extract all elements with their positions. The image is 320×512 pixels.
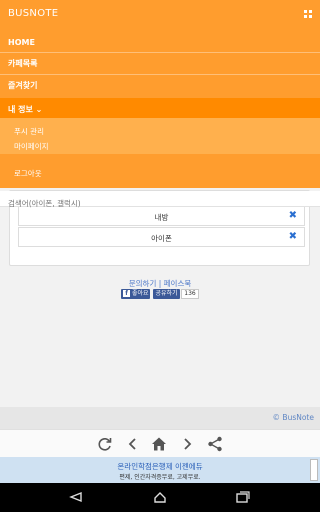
submenu-item-push-settings[interactable]: 푸시 관리 xyxy=(14,126,44,137)
menu-item-my-info-row[interactable]: 내 정보 ⌄ xyxy=(0,98,320,118)
copyright[interactable]: © BusNote xyxy=(273,413,314,422)
submenu-item-my-page[interactable]: 마이페이지 xyxy=(14,141,49,152)
ad-banner[interactable]: 온라인학점은행제 이젠에듀 편제, 인간자격증무료, 고제무료. xyxy=(0,457,320,483)
menu-divider xyxy=(0,74,320,75)
menu-item-logout[interactable]: 로그아웃 xyxy=(14,168,42,179)
system-nav-bar xyxy=(0,483,320,512)
system-back-icon[interactable] xyxy=(68,490,84,504)
like-label: 좋아요 xyxy=(132,290,149,297)
system-home-icon[interactable] xyxy=(152,490,168,504)
facebook-share-button[interactable]: 공유하기 xyxy=(153,289,180,299)
facebook-like-button[interactable]: f 좋아요 xyxy=(121,289,150,299)
menu-grid-icon[interactable] xyxy=(304,10,312,18)
menu-item-home[interactable]: HOME xyxy=(8,38,35,47)
list-item-label: 아이폰 xyxy=(151,234,172,243)
back-icon[interactable] xyxy=(124,435,142,453)
list-item[interactable]: 아이폰 ✖ xyxy=(18,227,305,247)
menu-item-favorites[interactable]: 즐겨찾기 xyxy=(8,80,37,91)
search-bar xyxy=(0,191,320,212)
nav-menu: HOME 카페목록 즐겨찾기 내 정보 ⌄ 푸시 관리 마이페이지 로그아웃 xyxy=(0,30,320,188)
search-input[interactable] xyxy=(0,195,320,212)
remove-icon[interactable]: ✖ xyxy=(289,211,297,221)
ad-subtitle: 편제, 인간자격증무료, 고제무료. xyxy=(119,474,201,481)
forward-icon[interactable] xyxy=(178,435,196,453)
footer-links[interactable]: 문의하기 | 페이스북 xyxy=(0,278,320,289)
menu-item-cafe-list[interactable]: 카페목록 xyxy=(8,58,37,69)
list-item-label: 내방 xyxy=(154,213,169,222)
home-icon[interactable] xyxy=(150,435,168,453)
system-recents-icon[interactable] xyxy=(235,490,251,504)
share-count: 136 xyxy=(181,289,199,299)
footer: © BusNote xyxy=(0,407,320,429)
share-icon[interactable] xyxy=(206,435,224,453)
browser-toolbar xyxy=(0,429,320,457)
app-header: BUSNOTE xyxy=(0,0,320,30)
ad-title: 온라인학점은행제 이젠에듀 xyxy=(117,462,203,471)
facebook-icon: f xyxy=(123,290,130,297)
remove-icon[interactable]: ✖ xyxy=(289,232,297,242)
menu-item-my-info[interactable]: 내 정보 ⌄ xyxy=(8,104,42,115)
submenu: 푸시 관리 마이페이지 xyxy=(0,118,320,154)
brand-title[interactable]: BUSNOTE xyxy=(8,8,58,19)
ad-choices-icon[interactable] xyxy=(310,459,318,481)
refresh-icon[interactable] xyxy=(96,435,114,453)
menu-divider xyxy=(0,52,320,53)
